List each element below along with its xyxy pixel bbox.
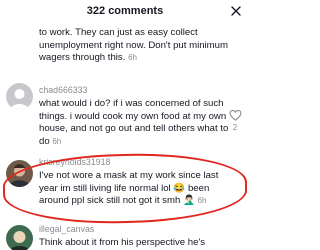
avatar-image: [6, 225, 33, 250]
comment-body: I've not wore a mask at my work since la…: [39, 170, 219, 207]
comments-count-title: 322 comments: [86, 5, 164, 17]
like-count: 2: [232, 123, 238, 132]
avatar[interactable]: [6, 160, 33, 187]
heart-outline-icon: [229, 109, 241, 121]
like-button[interactable]: [228, 108, 242, 122]
comment-text: I've not wore a mask at my work since la…: [39, 170, 229, 208]
avatar[interactable]: [6, 225, 33, 250]
comment-time: 6h: [128, 53, 137, 63]
avatar[interactable]: [6, 83, 33, 110]
comment-text: to work. They can just as easy collect u…: [39, 27, 229, 65]
avatar-image: [6, 160, 33, 187]
comment-body: Think about it from his perspective he's: [39, 237, 206, 248]
comment-body: what would i do? if i was concerned of s…: [39, 98, 229, 147]
avatar-image: [6, 83, 33, 110]
close-icon: [231, 6, 241, 16]
comment-text: what would i do? if i was concerned of s…: [39, 98, 229, 148]
comment-username[interactable]: chad666333: [39, 85, 87, 95]
comment-username[interactable]: krisreynolds31918: [39, 157, 110, 167]
comment-time: 6h: [52, 136, 62, 146]
comment-text: Think about it from his perspective he's: [39, 237, 229, 250]
comment-username[interactable]: illegal_canvas: [39, 224, 94, 234]
close-button[interactable]: [228, 3, 244, 19]
comment-time: 6h: [197, 196, 207, 206]
comments-header: 322 comments: [0, 0, 250, 22]
